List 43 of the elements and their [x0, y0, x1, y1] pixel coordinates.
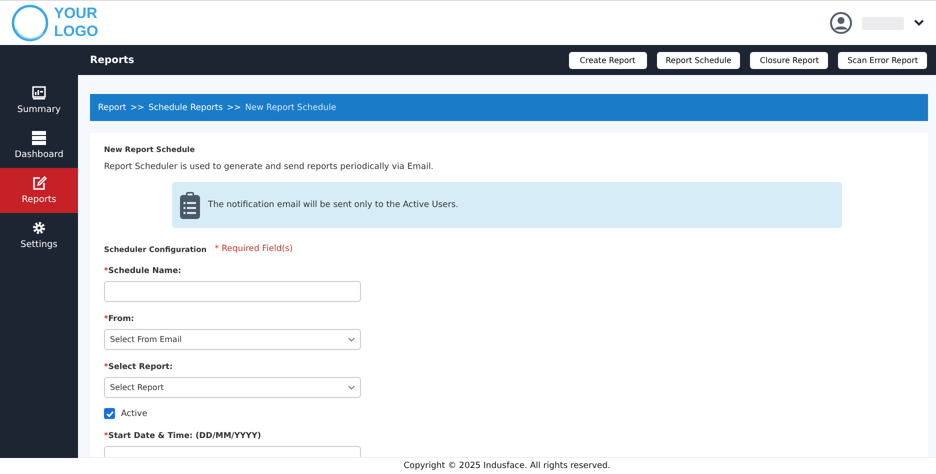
- select-field[interactable]: Select From Email: [104, 329, 361, 350]
- field-label: Start Date & Time: (DD/MM/YYYY): [108, 431, 262, 440]
- avatar-icon[interactable]: [830, 12, 852, 34]
- sidebar-item[interactable]: Dashboard: [0, 123, 78, 168]
- sidebar-item[interactable]: Settings: [0, 213, 78, 258]
- logo-text: YOUR: [54, 5, 98, 23]
- description-text: Report Scheduler is used to generate and send reports periodically via Email.: [104, 162, 435, 172]
- toolbar-button[interactable]: Report Schedule: [656, 52, 740, 68]
- required-note: * Required Field(s): [214, 244, 293, 254]
- sidebar-item[interactable]: Reports: [0, 168, 78, 213]
- select-field[interactable]: Select Report: [104, 377, 361, 398]
- page-title: Reports: [90, 54, 134, 66]
- required-mark: *: [104, 362, 108, 371]
- breadcrumb-current: New Report Schedule: [245, 102, 336, 112]
- required-mark: *: [104, 314, 108, 323]
- chevron-down-icon[interactable]: [914, 19, 924, 27]
- logo-ring-icon: [10, 3, 50, 43]
- chevron-down-icon: [348, 385, 355, 390]
- edit-icon: [32, 176, 46, 190]
- toolbar-button[interactable]: Closure Report: [750, 52, 828, 68]
- toolbar-button[interactable]: Create Report: [568, 52, 647, 68]
- settings-icon: [32, 221, 46, 235]
- copyright-text: Copyright © 2025 Indusface. All rights reserved.: [404, 461, 610, 471]
- breadcrumb-link[interactable]: Schedule Reports: [148, 102, 223, 112]
- input-field[interactable]: [104, 281, 361, 302]
- checkbox-label: Active: [121, 408, 148, 418]
- checkbox[interactable]: [104, 408, 115, 419]
- clipboard-list-icon: [180, 192, 200, 218]
- sidebar-item[interactable]: Summary: [0, 78, 78, 123]
- field-label: From:: [108, 314, 134, 323]
- breadcrumb-link[interactable]: Report: [98, 102, 126, 112]
- logo-text: LOGO: [54, 23, 98, 41]
- breadcrumb-separator: >>: [130, 102, 144, 112]
- field-label: Select Report:: [108, 362, 173, 371]
- server-icon: [32, 131, 46, 145]
- required-mark: *: [104, 431, 108, 440]
- chevron-down-icon: [348, 337, 355, 342]
- breadcrumb-separator: >>: [226, 102, 242, 112]
- toolbar-button[interactable]: Scan Error Report: [838, 52, 927, 68]
- field-label: Schedule Name:: [108, 266, 182, 275]
- chart-board-icon: [32, 86, 46, 100]
- notice-text: The notification email will be sent only to the Active Users.: [208, 200, 458, 210]
- required-mark: *: [104, 266, 108, 275]
